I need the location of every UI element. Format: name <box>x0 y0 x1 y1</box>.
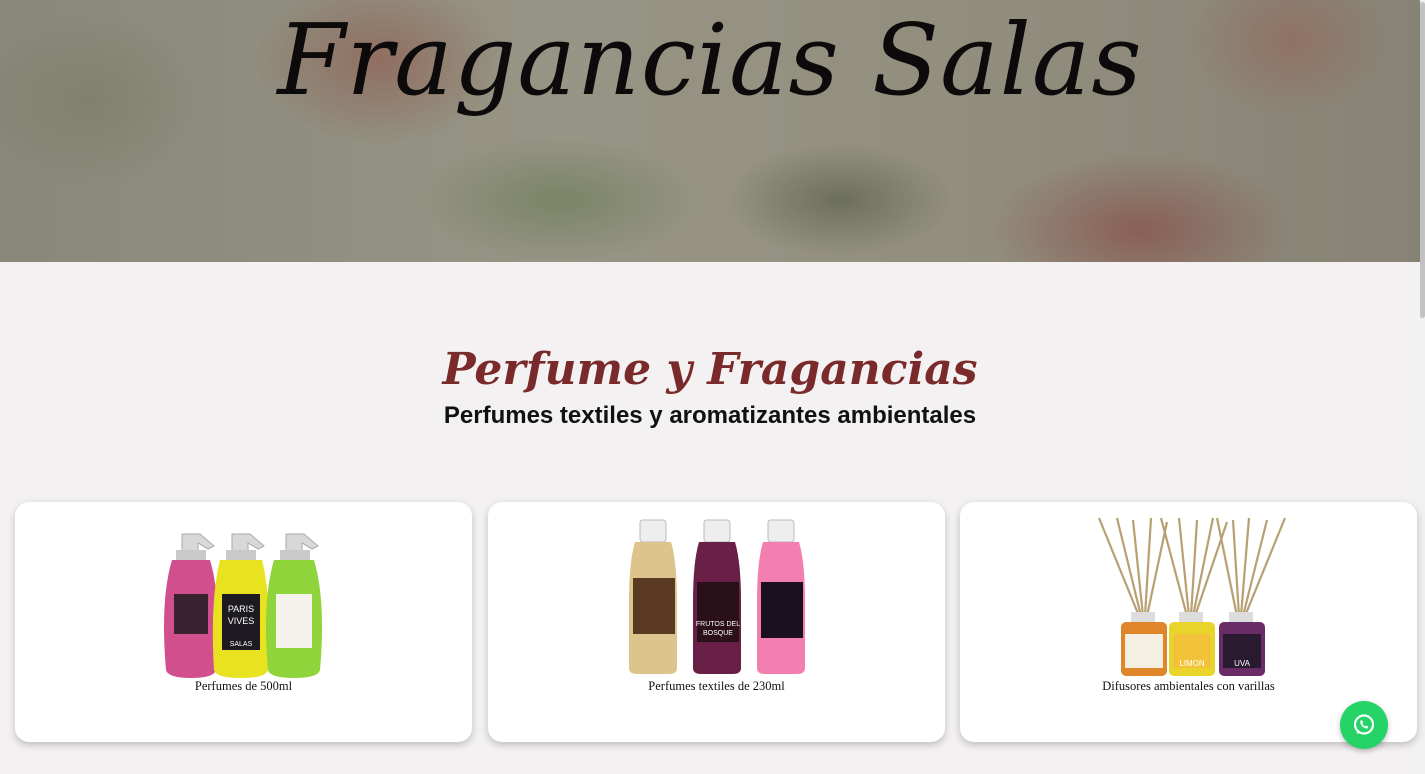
bottle-label-text: FRUTOS DEL <box>695 621 739 628</box>
whatsapp-icon <box>1353 714 1375 735</box>
product-card-230ml[interactable]: FRUTOS DEL BOSQUE Perfumes textiles de 2… <box>488 502 945 742</box>
bottle-label-text: UVA <box>1234 659 1251 668</box>
product-label[interactable]: Perfumes textiles de 230ml <box>488 679 945 694</box>
bottle-label-text: SALAS <box>229 641 252 648</box>
product-card-500ml[interactable]: PARIS VIVES SALAS Perfumes de 500ml <box>15 502 472 742</box>
scrollbar-thumb[interactable] <box>1420 2 1425 318</box>
scrollbar[interactable] <box>1420 0 1425 774</box>
bottle-label-text: PARIS <box>227 604 253 614</box>
product-image-230ml: FRUTOS DEL BOSQUE <box>628 519 805 674</box>
section-subtitle: Perfumes textiles y aromatizantes ambien… <box>443 402 977 429</box>
product-label[interactable]: Difusores ambientales con varillas <box>960 679 1417 694</box>
section-title: Perfume y Fragancias <box>442 344 978 395</box>
bottle-label-text: LIMON <box>1179 659 1205 668</box>
product-label[interactable]: Perfumes de 500ml <box>15 679 472 694</box>
bottle-label-text: BOSQUE <box>703 630 733 637</box>
whatsapp-button[interactable] <box>1340 701 1388 749</box>
product-image-500ml: PARIS VIVES SALAS <box>163 533 322 678</box>
bottle-label-text: VIVES <box>227 616 254 626</box>
site-title: Fragancias Salas <box>277 4 1143 118</box>
product-image-diffusers: LIMON UVA <box>1097 517 1286 676</box>
hero-banner: Fragancias Salas <box>0 0 1420 262</box>
